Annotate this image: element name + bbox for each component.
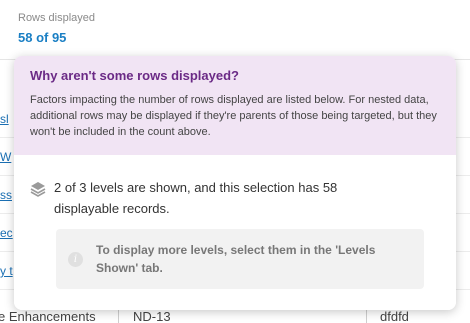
- popover-title: Why aren't some rows displayed?: [30, 68, 239, 83]
- popover-body: 2 of 3 levels are shown, and this select…: [14, 155, 456, 310]
- popover-header: Why aren't some rows displayed? Factors …: [14, 56, 456, 155]
- table-cell-name: e Enhancements: [0, 309, 96, 323]
- column-divider: [366, 308, 367, 323]
- layers-icon: [30, 181, 46, 197]
- popover-description: Factors impacting the number of rows dis…: [30, 94, 437, 138]
- table-cell-link[interactable]: W: [0, 150, 11, 164]
- info-callout: i To display more levels, select them in…: [56, 229, 424, 289]
- column-divider: [118, 308, 119, 323]
- info-icon: i: [68, 252, 83, 267]
- table-cell-link[interactable]: sl: [0, 112, 9, 126]
- info-callout-text: To display more levels, select them in t…: [96, 243, 376, 275]
- levels-shown-text: 2 of 3 levels are shown, and this select…: [54, 180, 338, 216]
- table-cell-link[interactable]: ec: [0, 226, 13, 240]
- rows-info-popover: Why aren't some rows displayed? Factors …: [14, 56, 456, 310]
- rows-displayed-count[interactable]: 58 of 95: [18, 30, 66, 45]
- table-cell-link[interactable]: y t: [0, 264, 13, 278]
- table-cell-code: ND-13: [133, 309, 171, 323]
- rows-displayed-header: Rows displayed 58 of 95: [0, 0, 470, 60]
- table-cell-value: dfdfd: [380, 309, 409, 323]
- rows-displayed-label: Rows displayed: [18, 12, 96, 24]
- table-cell-link[interactable]: ss: [0, 188, 12, 202]
